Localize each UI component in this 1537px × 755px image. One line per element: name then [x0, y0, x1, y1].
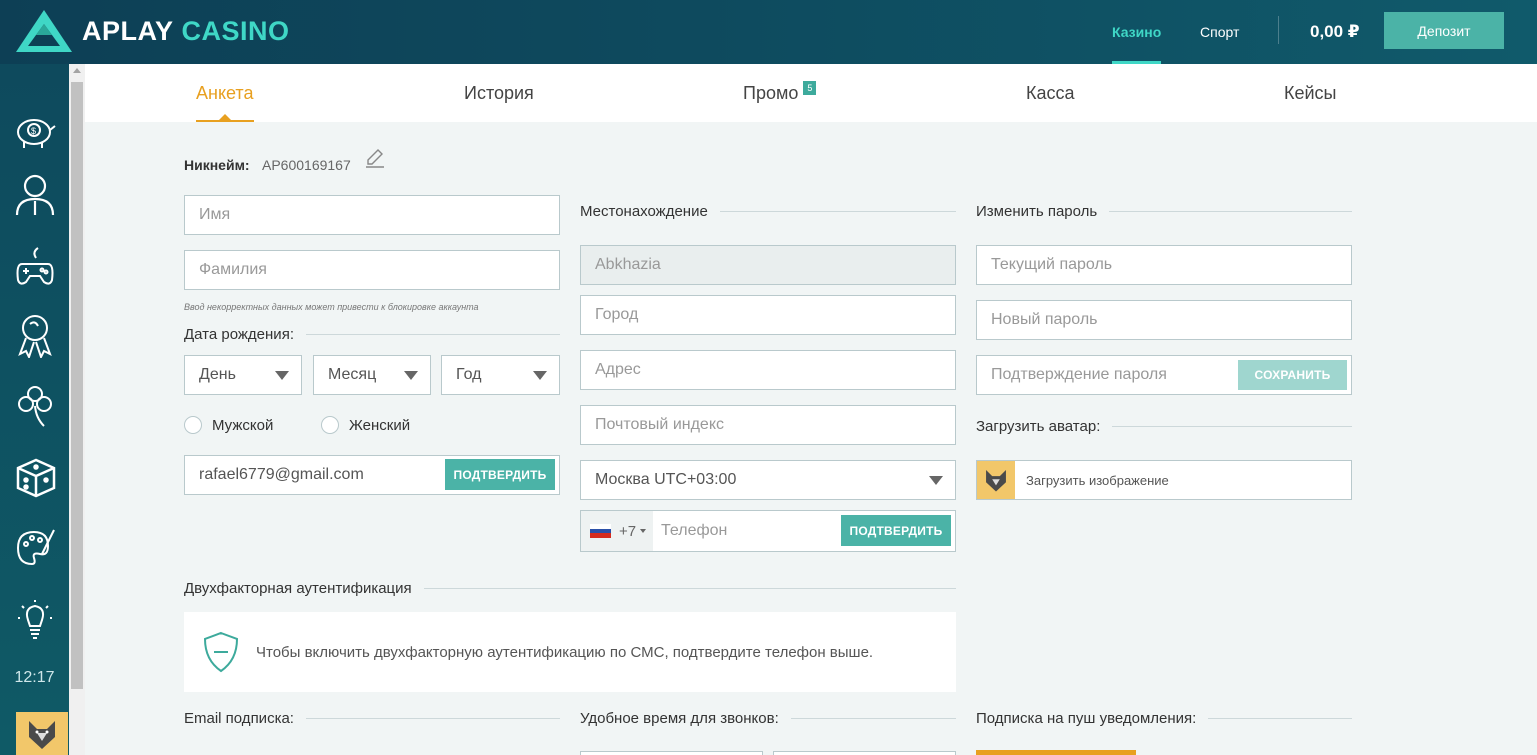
chevron-down-icon	[929, 476, 943, 485]
nickname-label: Никнейм:	[184, 157, 250, 173]
location-section-title: Местонахождение	[580, 203, 956, 220]
user-icon[interactable]	[14, 172, 56, 216]
wolf-avatar-icon	[29, 720, 55, 749]
tab-promo-label: Промо	[743, 82, 799, 103]
scroll-up-arrow-icon[interactable]	[73, 68, 81, 73]
confirm-phone-button[interactable]: ПОДТВЕРДИТЬ	[841, 515, 951, 546]
scroll-thumb[interactable]	[71, 82, 83, 689]
avatar-preview	[977, 461, 1015, 499]
logo[interactable]: APLAY CASINO	[14, 8, 290, 54]
palette-icon[interactable]	[14, 526, 56, 570]
scrollbar[interactable]	[69, 64, 85, 755]
day-select[interactable]: День	[184, 355, 302, 395]
gender-female-label: Женский	[349, 417, 411, 434]
city-input[interactable]: Город	[580, 295, 956, 335]
clover-icon[interactable]	[14, 384, 56, 428]
avatar-upload-field[interactable]: Загрузить изображение	[976, 460, 1352, 500]
medal-icon[interactable]	[14, 314, 56, 358]
avatar-section-title: Загрузить аватар:	[976, 418, 1352, 435]
call-time-title: Удобное время для звонков:	[580, 710, 956, 727]
edit-pencil-icon[interactable]	[364, 146, 386, 168]
password-section-title: Изменить пароль	[976, 203, 1352, 220]
twofa-section-title: Двухфакторная аутентификация	[184, 580, 956, 597]
gender-female-radio[interactable]	[321, 416, 339, 434]
gender-male-label: Мужской	[212, 417, 274, 434]
russia-flag-icon	[590, 524, 611, 538]
confirm-email-button[interactable]: ПОДТВЕРДИТЬ	[445, 459, 555, 490]
nav-casino[interactable]: Казино	[1112, 0, 1162, 64]
caret-down-icon	[640, 529, 647, 533]
postcode-input[interactable]: Почтовый индекс	[580, 405, 956, 445]
promo-count-badge: 5	[803, 81, 817, 95]
nav-sport[interactable]: Спорт	[1200, 0, 1239, 64]
new-password-input[interactable]: Новый пароль	[976, 300, 1352, 340]
profile-tabs: Анкета История Промо 5 Касса Кейсы	[85, 64, 1537, 122]
wolf-avatar-icon	[986, 470, 1006, 492]
tab-promo[interactable]: Промо 5	[743, 64, 817, 122]
header-divider	[1278, 16, 1279, 44]
birthdate-section-title: Дата рождения:	[184, 326, 560, 343]
current-password-input[interactable]: Текущий пароль	[976, 245, 1352, 285]
twofa-box: Чтобы включить двухфакторную аутентифика…	[184, 612, 956, 692]
tab-cashier[interactable]: Касса	[1026, 64, 1075, 122]
address-input[interactable]: Адрес	[580, 350, 956, 390]
piggy-bank-icon[interactable]: $	[14, 108, 56, 152]
sidebar-avatar[interactable]	[16, 712, 68, 755]
logo-word-aplay: APLAY	[82, 15, 174, 46]
country-field: Abkhazia	[580, 245, 956, 285]
tab-history[interactable]: История	[464, 64, 534, 122]
data-warning-note: Ввод некорректных данных может привести …	[184, 302, 479, 312]
tab-cases[interactable]: Кейсы	[1284, 64, 1337, 122]
lightbulb-icon[interactable]	[14, 598, 56, 642]
chevron-down-icon	[533, 371, 547, 380]
dice-icon[interactable]	[14, 454, 56, 498]
twofa-text: Чтобы включить двухфакторную аутентифика…	[256, 643, 874, 661]
push-subscription-title: Подписка на пуш уведомления:	[976, 710, 1352, 727]
timezone-select[interactable]: Москва UTC+03:00	[580, 460, 956, 500]
tab-profile[interactable]: Анкета	[196, 64, 254, 122]
active-tab-caret-icon	[218, 114, 231, 120]
call-time-from-select[interactable]	[580, 751, 763, 755]
phone-placeholder: Телефон	[661, 522, 728, 539]
first-name-input[interactable]: Имя	[184, 195, 560, 235]
svg-text:$: $	[31, 126, 36, 136]
balance: 0,00 ₽	[1310, 22, 1360, 41]
call-time-to-select[interactable]	[773, 751, 956, 755]
gamepad-icon[interactable]	[14, 244, 56, 288]
save-password-button[interactable]: СОХРАНИТЬ	[1238, 360, 1347, 390]
clock-time: 12:17	[14, 669, 55, 686]
tab-profile-label: Анкета	[196, 82, 254, 103]
phone-country-selector[interactable]: +7	[581, 511, 653, 551]
push-subscribe-button[interactable]	[976, 750, 1136, 755]
logo-triangle-icon	[16, 10, 72, 52]
top-header: APLAY CASINO Казино Спорт 0,00 ₽ Депозит	[0, 0, 1537, 64]
chevron-down-icon	[275, 371, 289, 380]
nickname-value: AP600169167	[262, 157, 351, 173]
last-name-input[interactable]: Фамилия	[184, 250, 560, 290]
deposit-button[interactable]: Депозит	[1384, 12, 1504, 49]
email-subscription-title: Email подписка:	[184, 710, 560, 727]
phone-code: +7	[619, 522, 637, 540]
upload-image-label: Загрузить изображение	[1026, 472, 1169, 488]
chevron-down-icon	[404, 371, 418, 380]
shield-icon	[203, 631, 239, 673]
year-select[interactable]: Год	[441, 355, 560, 395]
sidebar: $ 12:17	[0, 64, 69, 755]
gender-male-radio[interactable]	[184, 416, 202, 434]
logo-word-casino: CASINO	[181, 15, 290, 46]
month-select[interactable]: Месяц	[313, 355, 431, 395]
